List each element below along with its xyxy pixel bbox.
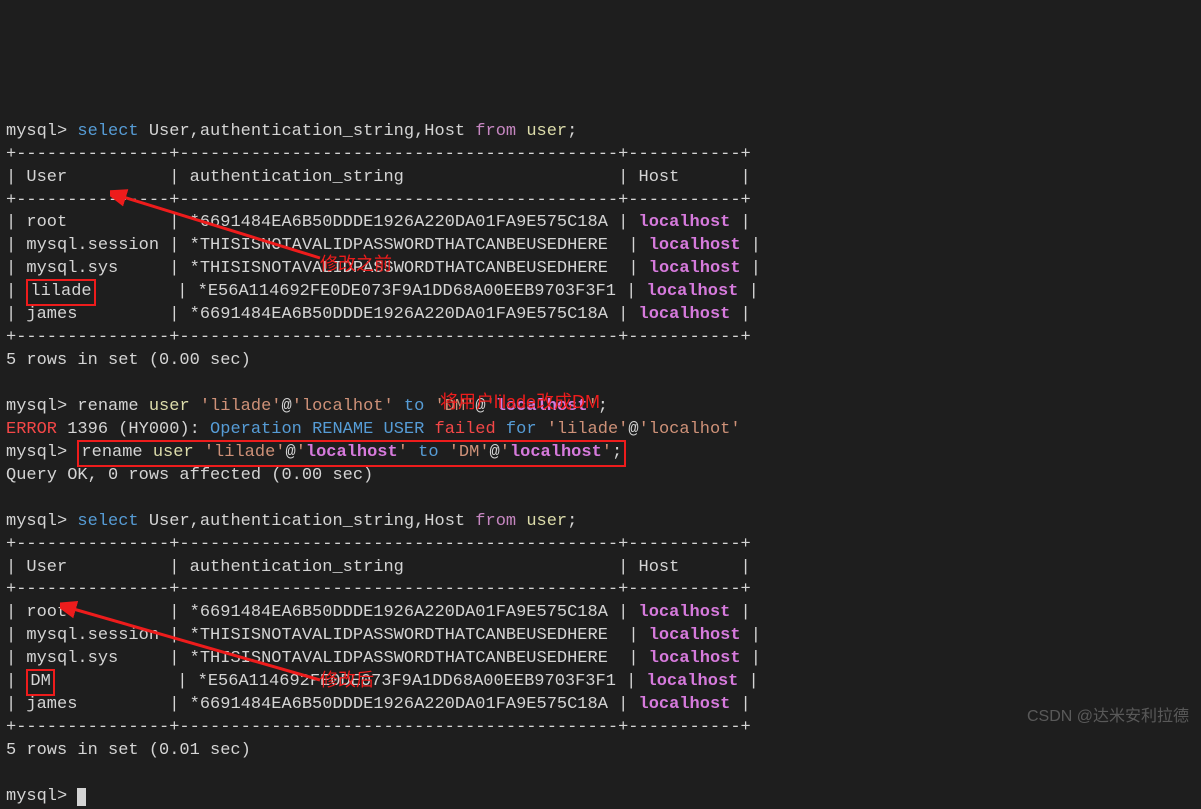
table2-header-row: | User | authentication_string | Host | [6,558,751,577]
annotation-rename: 将用户lilade改成DM [440,390,600,414]
annotation-after: 修改后 [320,668,374,692]
watermark: CSDN @达米安利拉德 [1027,706,1189,728]
table1-row-4: | james | *6691484EA6B50DDDE1926A220DA01… [6,305,751,324]
sql-select-2: select User,authentication_string,Host f… [77,512,577,531]
table2-footer: 5 rows in set (0.01 sec) [6,741,251,760]
table1-header-row: | User | authentication_string | Host | [6,168,751,187]
table2-border-bot: +---------------+-----------------------… [6,718,751,737]
table1-footer: 5 rows in set (0.00 sec) [6,351,251,370]
table2-border-top: +---------------+-----------------------… [6,535,751,554]
table1-border-top: +---------------+-----------------------… [6,145,751,164]
table2-row-2: | mysql.sys | *THISISNOTAVALIDPASSWORDTH… [6,649,761,668]
highlight-lilade: lilade [26,279,95,306]
table2-row-0: | root | *6691484EA6B50DDDE1926A220DA01F… [6,603,751,622]
table2-border-mid: +---------------+-----------------------… [6,580,751,599]
mysql-prompt: mysql> [6,122,67,141]
table2-row-4: | james | *6691484EA6B50DDDE1926A220DA01… [6,695,751,714]
table1-row-3: | lilade | *E56A114692FE0DE073F9A1DD68A0… [6,282,759,301]
mysql-prompt: mysql> [6,443,67,462]
table1-border-mid: +---------------+-----------------------… [6,191,751,210]
table1-border-bot: +---------------+-----------------------… [6,328,751,347]
table1-row-0: | root | *6691484EA6B50DDDE1926A220DA01F… [6,213,751,232]
table2-row-1: | mysql.session | *THISISNOTAVALIDPASSWO… [6,626,761,645]
table2-row-3: | DM | *E56A114692FE0DE073F9A1DD68A00EEB… [6,672,759,691]
sql-select-1: select User,authentication_string,Host f… [77,122,577,141]
annotation-before: 修改之前 [320,252,392,276]
mysql-prompt: mysql> [6,512,67,531]
mysql-prompt: mysql> [6,397,67,416]
highlight-rename-good: rename user 'lilade'@'localhost' to 'DM'… [77,440,626,467]
highlight-dm: DM [26,669,54,696]
error-line: ERROR 1396 (HY000): Operation RENAME USE… [6,420,741,439]
mysql-prompt-final[interactable]: mysql> [6,787,67,806]
rename-result: Query OK, 0 rows affected (0.00 sec) [6,466,373,485]
cursor-icon[interactable] [77,788,86,806]
